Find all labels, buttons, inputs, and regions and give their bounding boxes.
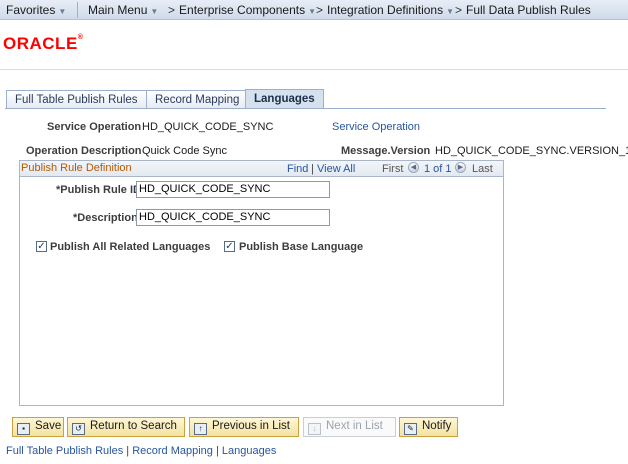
previous-row-icon[interactable]: ◀ bbox=[408, 162, 419, 173]
top-navigation-bar: Favorites ▼ Main Menu ▼ > Enterprise Compon… bbox=[0, 0, 628, 20]
chevron-down-icon: ▼ bbox=[150, 7, 159, 16]
registered-mark: ® bbox=[77, 34, 84, 41]
footer-page-links: Full Table Publish Rules | Record Mappin… bbox=[6, 445, 276, 457]
footer-link-languages[interactable]: Languages bbox=[222, 445, 276, 457]
tab-baseline bbox=[5, 108, 606, 109]
breadcrumb-label: Full Data Publish Rules bbox=[466, 3, 591, 17]
publish-base-language-label: Publish Base Language bbox=[239, 241, 364, 253]
page-info: 1 of 1 bbox=[424, 163, 452, 175]
first-label: First bbox=[382, 163, 404, 175]
view-all-link[interactable]: View All bbox=[317, 163, 355, 175]
notify-icon: ✎ bbox=[404, 423, 417, 435]
tab-record-mapping[interactable]: Record Mapping bbox=[146, 90, 249, 109]
breadcrumb-separator: > bbox=[168, 3, 176, 17]
save-label: Save bbox=[35, 420, 62, 432]
message-version-value: HD_QUICK_CODE_SYNC.VERSION_1 bbox=[435, 145, 628, 157]
notify-label: Notify bbox=[422, 420, 452, 432]
favorites-menu[interactable]: Favorites ▼ bbox=[6, 3, 66, 17]
favorites-label: Favorites bbox=[6, 3, 56, 17]
return-to-search-button[interactable]: ↺ Return to Search bbox=[67, 417, 185, 437]
search-return-icon: ↺ bbox=[72, 423, 85, 435]
find-separator: | bbox=[311, 163, 314, 175]
breadcrumb-full-data-publish-rules[interactable]: > Full Data Publish Rules bbox=[451, 3, 591, 17]
notify-button[interactable]: ✎ Notify bbox=[399, 417, 458, 437]
return-to-search-label: Return to Search bbox=[90, 420, 177, 432]
footer-link-full-table-publish-rules[interactable]: Full Table Publish Rules bbox=[6, 445, 123, 457]
save-button[interactable]: ▪ Save bbox=[12, 417, 64, 437]
publish-rule-id-field[interactable]: HD_QUICK_CODE_SYNC bbox=[136, 181, 330, 198]
previous-in-list-button[interactable]: ↑ Previous in List bbox=[189, 417, 299, 437]
next-in-list-button: ↓ Next in List bbox=[303, 417, 396, 437]
group-title: Publish Rule Definition bbox=[21, 162, 132, 174]
nav-divider bbox=[77, 2, 78, 18]
next-arrow-icon: ↓ bbox=[308, 423, 321, 435]
description-field[interactable]: HD_QUICK_CODE_SYNC bbox=[136, 209, 330, 226]
tab-languages[interactable]: Languages bbox=[245, 89, 324, 109]
footer-separator: | bbox=[123, 445, 133, 457]
next-row-icon[interactable]: ▶ bbox=[455, 162, 466, 173]
service-operation-value: HD_QUICK_CODE_SYNC bbox=[142, 121, 274, 133]
breadcrumb-label: Enterprise Components bbox=[179, 3, 306, 17]
breadcrumb-enterprise-components[interactable]: > Enterprise Components ▼ bbox=[164, 3, 316, 17]
oracle-logo: ORACLE® bbox=[3, 34, 83, 54]
logo-text: ORACLE bbox=[3, 34, 78, 53]
next-in-list-label: Next in List bbox=[326, 420, 383, 432]
operation-description-value: Quick Code Sync bbox=[142, 145, 227, 157]
service-operation-link[interactable]: Service Operation bbox=[332, 121, 420, 133]
find-link[interactable]: Find bbox=[287, 163, 308, 175]
breadcrumb-separator: > bbox=[316, 3, 324, 17]
header-divider bbox=[0, 69, 628, 70]
breadcrumb-label: Integration Definitions bbox=[327, 3, 444, 17]
save-icon: ▪ bbox=[17, 423, 30, 435]
breadcrumb-integration-definitions[interactable]: > Integration Definitions ▼ bbox=[312, 3, 454, 17]
message-version-label: Message.Version bbox=[341, 145, 431, 157]
footer-separator: | bbox=[212, 445, 222, 457]
main-menu[interactable]: Main Menu ▼ bbox=[88, 3, 158, 17]
previous-in-list-label: Previous in List bbox=[212, 420, 290, 432]
description-label: *Description bbox=[73, 212, 138, 224]
main-menu-label: Main Menu bbox=[88, 3, 148, 17]
previous-arrow-icon: ↑ bbox=[194, 423, 207, 435]
footer-link-record-mapping[interactable]: Record Mapping bbox=[132, 445, 213, 457]
last-label: Last bbox=[472, 163, 493, 175]
publish-base-language-checkbox[interactable]: ✓ bbox=[224, 241, 235, 252]
breadcrumb-separator: > bbox=[455, 3, 463, 17]
tab-full-table-publish-rules[interactable]: Full Table Publish Rules bbox=[6, 90, 147, 109]
publish-all-related-languages-label: Publish All Related Languages bbox=[50, 241, 211, 253]
chevron-down-icon: ▼ bbox=[58, 7, 67, 16]
publish-all-related-languages-checkbox[interactable]: ✓ bbox=[36, 241, 47, 252]
service-operation-label: Service Operation bbox=[47, 121, 142, 133]
publish-rule-id-label: *Publish Rule ID bbox=[56, 184, 141, 196]
operation-description-label: Operation Description bbox=[26, 145, 142, 157]
